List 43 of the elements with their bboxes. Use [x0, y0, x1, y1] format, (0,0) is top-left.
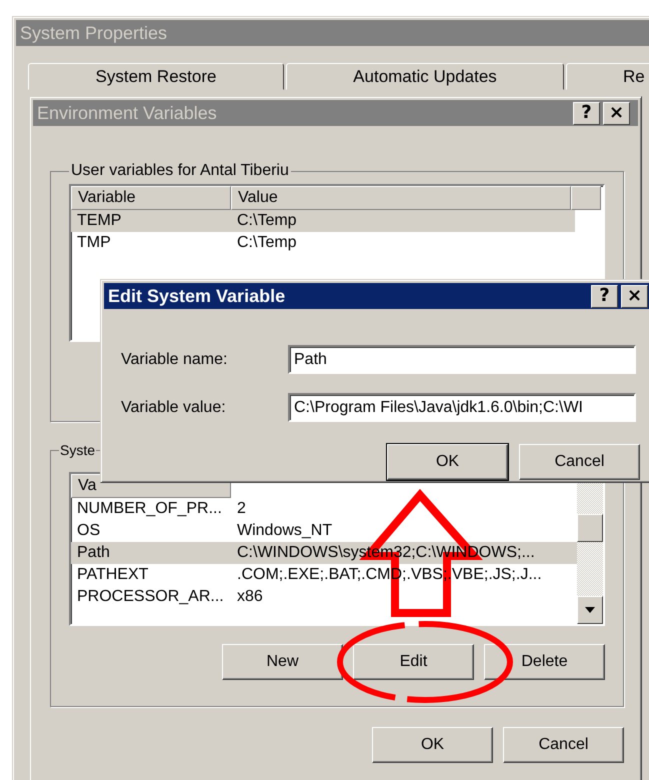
- list-row[interactable]: TMP C:\Temp: [71, 232, 575, 254]
- field-label: Variable value:: [121, 398, 227, 416]
- window-title: Environment Variables: [37, 102, 217, 124]
- variable-name: PATHEXT: [76, 566, 150, 584]
- variable-name: TEMP: [76, 212, 122, 230]
- column-header[interactable]: Value: [231, 186, 571, 210]
- dialog-button[interactable]: Edit: [353, 644, 474, 680]
- tab[interactable]: System Restore: [28, 63, 284, 90]
- variable-name: Path: [76, 544, 111, 562]
- list-row[interactable]: TEMP C:\Temp: [71, 210, 575, 232]
- variable-name: PROCESSOR_AR...: [76, 588, 225, 606]
- group-label: User variables for Antal Tiberiu: [70, 162, 290, 180]
- variable-value: Windows_NT: [236, 522, 332, 540]
- variable-value: 2: [236, 500, 246, 518]
- variable-value: x86: [236, 588, 263, 606]
- window-title: Edit System Variable: [108, 286, 286, 306]
- input-field[interactable]: C:\Program Files\Java\jdk1.6.0\bin;C:\WI: [288, 393, 636, 422]
- column-header[interactable]: Variable: [71, 186, 231, 210]
- dialog-button[interactable]: New: [222, 644, 343, 680]
- field-label: Variable name:: [121, 350, 228, 368]
- dialog-button[interactable]: Cancel: [519, 444, 640, 480]
- variable-name: OS: [76, 522, 102, 540]
- tab[interactable]: Automatic Updates: [286, 63, 564, 90]
- close-button[interactable]: ×: [621, 284, 648, 308]
- dialog-button[interactable]: Delete: [484, 644, 605, 680]
- variable-name: TMP: [76, 234, 112, 252]
- group-label: Syste: [59, 442, 96, 458]
- scroll-thumb[interactable]: [577, 514, 603, 542]
- variable-value: C:\Temp: [236, 234, 297, 252]
- down-arrow-icon: [585, 607, 595, 613]
- help-button[interactable]: ?: [591, 284, 618, 308]
- list-row[interactable]: NUMBER_OF_PR... 2: [71, 498, 577, 520]
- tab[interactable]: Re: [566, 63, 649, 90]
- dialog-button[interactable]: OK: [387, 444, 508, 480]
- scroll-down-button[interactable]: [577, 596, 603, 624]
- input-field[interactable]: Path: [288, 345, 636, 374]
- variable-name: NUMBER_OF_PR...: [76, 500, 223, 518]
- dialog-button[interactable]: OK: [372, 727, 493, 763]
- dialog-button[interactable]: Cancel: [503, 727, 624, 763]
- variable-value: C:\Temp: [236, 212, 297, 230]
- window-title: System Properties: [20, 22, 168, 44]
- list-row[interactable]: PROCESSOR_AR... x86: [71, 586, 577, 608]
- list-row[interactable]: OS Windows_NT: [71, 520, 577, 542]
